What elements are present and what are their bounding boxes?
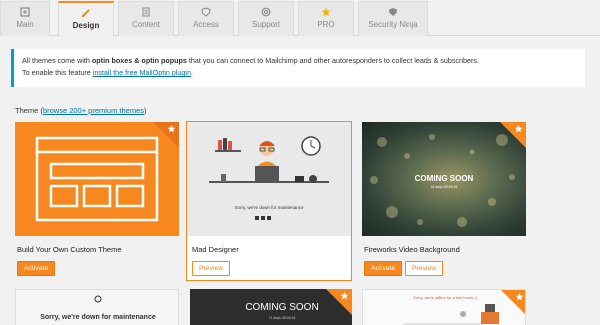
designer-desk-illustration: Sorry, we're down for maintenance <box>209 136 329 220</box>
coming-soon-illustration: COMING SOON 71 days 05:04:16 <box>245 289 352 320</box>
tab-label: Security Ninja <box>368 20 418 29</box>
theme-title: Fireworks Video Background <box>364 245 460 254</box>
info-bold: optin boxes & optin popups <box>91 56 187 65</box>
document-icon <box>142 7 150 17</box>
theme-title: Build Your Own Custom Theme <box>17 245 122 254</box>
tab-label: PRO <box>317 20 335 29</box>
info-text: To enable this feature <box>22 68 93 77</box>
tab-label: Design <box>72 21 100 30</box>
offline-illustration: Sorry, we're offline for a few hours :( <box>403 290 525 325</box>
theme-thumbnail-maintenance[interactable]: Sorry, we're down for maintenance <box>15 289 179 325</box>
thumbnail-heading: Sorry, we're offline for a few hours :( <box>413 295 477 300</box>
preview-button[interactable]: Preview <box>192 261 231 276</box>
activate-button[interactable]: Activate <box>17 261 56 276</box>
info-text: All themes come with <box>22 56 92 65</box>
browse-premium-themes-link[interactable]: browse 200+ premium themes <box>43 106 144 115</box>
brush-icon <box>81 9 90 18</box>
tab-bar: Main Design Content Access Support PRO S… <box>0 0 600 37</box>
theme-thumbnail-coming-soon[interactable]: COMING SOON 71 days 05:04:16 <box>190 289 352 325</box>
install-mailoptin-link[interactable]: install the free MailOptin plugin <box>93 68 191 77</box>
theme-card-mad-designer[interactable]: Sorry, we're down for maintenance Mad De… <box>186 121 352 281</box>
thumbnail-heading: Sorry, we're down for maintenance <box>40 314 156 321</box>
home-icon <box>20 7 30 17</box>
tab-label: Support <box>251 20 281 29</box>
info-text: . <box>191 68 194 77</box>
theme-thumbnail <box>15 122 179 236</box>
star-icon <box>321 7 331 17</box>
maintenance-illustration: Sorry, we're down for maintenance <box>40 295 156 321</box>
thumbnail-caption: Sorry, we're down for maintenance <box>234 205 304 210</box>
tab-label: Main <box>16 20 34 29</box>
tab-label: Access <box>193 20 219 29</box>
premium-ribbon-icon <box>153 122 179 148</box>
theme-title: Mad Designer <box>192 245 239 254</box>
thumbnail-countdown: 44 days 05:04:16 <box>431 185 458 189</box>
theme-heading: Theme (browse 200+ premium themes) <box>15 106 147 115</box>
theme-card-fireworks[interactable]: COMING SOON 44 days 05:04:16 Fireworks V… <box>362 122 526 280</box>
theme-thumbnail-offline[interactable]: Sorry, we're offline for a few hours :( <box>362 289 526 325</box>
preview-button[interactable]: Preview <box>405 261 444 276</box>
theme-card-custom[interactable]: Build Your Own Custom Theme Activate <box>15 122 179 280</box>
info-text: that you can connect to Mailchimp and ot… <box>186 56 479 65</box>
tab-content[interactable]: Content <box>118 1 174 36</box>
tab-access[interactable]: Access <box>178 1 234 36</box>
theme-thumbnail: COMING SOON 44 days 05:04:16 <box>362 122 526 236</box>
theme-label: Theme <box>15 106 39 115</box>
tab-main[interactable]: Main <box>0 1 50 36</box>
thumbnail-heading: COMING SOON <box>245 302 318 313</box>
paren: ) <box>144 106 147 115</box>
tab-support[interactable]: Support <box>238 1 294 36</box>
activate-button[interactable]: Activate <box>364 261 403 276</box>
tab-label: Content <box>131 20 161 29</box>
tab-design[interactable]: Design <box>58 1 114 37</box>
lifebuoy-icon <box>261 7 271 17</box>
shield-icon <box>201 7 211 17</box>
thumbnail-countdown: 71 days 05:04:16 <box>269 316 296 320</box>
thumbnail-heading: COMING SOON <box>415 174 474 183</box>
info-notice: All themes come with optin boxes & optin… <box>11 49 585 87</box>
theme-thumbnail: Sorry, we're down for maintenance <box>187 122 351 236</box>
shield-check-icon <box>389 8 397 16</box>
tab-security-ninja[interactable]: Security Ninja <box>358 1 428 36</box>
premium-ribbon-icon <box>500 122 526 148</box>
tab-pro[interactable]: PRO <box>298 1 354 36</box>
